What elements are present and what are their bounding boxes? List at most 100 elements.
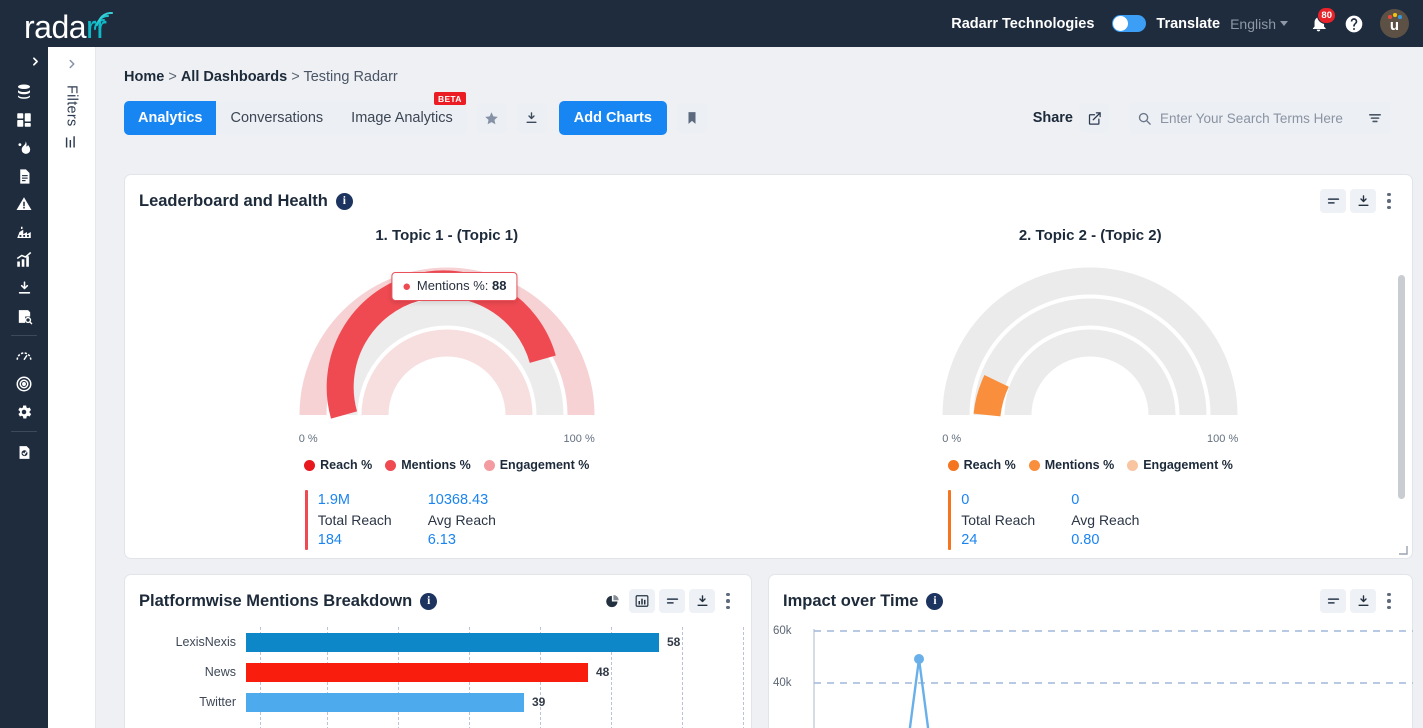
legend-dot-mentions-2 [1028,459,1040,471]
radarr-logo[interactable]: radarr [24,4,115,44]
sidebar-item-compliance-shield[interactable] [9,438,39,466]
avatar-initial: u [1389,17,1400,34]
bar-lexisnexis[interactable] [246,632,659,652]
info-icon[interactable]: i [926,592,944,610]
impact-more-menu-icon[interactable] [1380,590,1398,613]
topic-1-gauge: ● Mentions %: 88 0 % 100 % [299,260,595,445]
platformwise-bar-chart: LexisNexis 58 News 48 Twitter 39 [131,627,745,728]
bar-value-twitter: 39 [532,695,546,709]
sidebar-item-documents[interactable] [9,162,39,190]
platform-card-title: Platformwise Mentions Breakdown [139,591,413,610]
search-icon [1138,112,1151,125]
sidebar-item-industry-analytics[interactable] [9,218,39,246]
bar-value-lexisnexis: 58 [667,635,681,649]
topic-1-engagement-value: 6.13 [427,532,456,548]
tab-image-analytics[interactable]: Image Analytics BETA [337,92,467,135]
sidebar-item-target[interactable] [9,370,39,398]
topic-1-stats: 1.9M Total Reach 184 10368.43 Avg Reach … [299,490,595,550]
legend-item-engagement-2[interactable]: Engagement % [1127,458,1233,472]
user-avatar[interactable]: u [1380,9,1409,38]
bar-row-lexisnexis[interactable]: LexisNexis 58 [131,627,745,657]
bar-chart-toggle-icon[interactable] [629,589,655,613]
sidebar-item-database[interactable] [9,78,39,106]
legend-item-reach[interactable]: Reach % [304,458,372,472]
leaderboard-download-icon[interactable] [1350,189,1376,213]
search-box [1129,102,1391,134]
bar-row-news[interactable]: News 48 [131,657,745,687]
sidebar-item-alerts[interactable] [9,190,39,218]
legend-item-engagement[interactable]: Engagement % [483,458,589,472]
translate-toggle[interactable] [1112,15,1147,32]
legend-item-mentions-2[interactable]: Mentions % [1028,458,1115,472]
tab-conversations[interactable]: Conversations [216,101,338,135]
expand-filters-chevron-icon[interactable] [65,57,79,71]
impact-card-header: Impact over Time i [769,575,1412,613]
notifications-button[interactable]: 80 [1304,6,1336,38]
sidebar-item-downloads[interactable] [9,274,39,302]
chevron-down-icon[interactable] [1280,21,1288,26]
sidebar-item-trending-flame[interactable] [9,134,39,162]
bar-label-twitter: Twitter [199,695,236,709]
bar-twitter[interactable] [246,692,524,712]
notification-badge: 80 [1317,6,1336,24]
topic-1-axis-max: 100 % [563,433,595,445]
expand-nav-chevron-icon[interactable] [0,55,48,68]
tab-analytics[interactable]: Analytics [124,101,217,135]
platform-more-menu-icon[interactable] [719,590,737,613]
leaderboard-card-header: Leaderboard and Health i [125,175,1412,213]
platform-download-icon[interactable] [689,589,715,613]
info-icon[interactable]: i [420,592,438,610]
radar-waves-icon [93,10,115,44]
legend-label-mentions-2: Mentions % [1044,458,1115,472]
stat-accent-bar-2 [948,490,952,550]
bar-label-news: News [204,665,236,679]
info-icon[interactable]: i [335,192,353,210]
impact-download-icon[interactable] [1350,589,1376,613]
legend-item-reach-2[interactable]: Reach % [947,458,1016,472]
breadcrumb-home[interactable]: Home [124,69,164,85]
topic-1-title: 1. Topic 1 - (Topic 1) [375,227,519,244]
add-charts-button[interactable]: Add Charts [558,101,667,135]
bookmark-button[interactable] [676,103,707,133]
sidebar-item-settings[interactable] [9,398,39,426]
translate-label: Translate [1156,15,1221,32]
topic-2-total-reach-value: 0 [961,492,970,508]
topic-1-avg-reach-label: Avg Reach [427,512,496,528]
topic-2-stat-group: 0 Total Reach 24 [948,490,1035,550]
bar-row-twitter[interactable]: Twitter 39 [131,687,745,717]
bar-news[interactable] [246,662,588,682]
breadcrumb-all-dashboards[interactable]: All Dashboards [181,69,287,85]
breadcrumb-separator-2: > [291,69,300,85]
topic-1-mentions-value: 184 [317,532,342,548]
sidebar-item-performance-gauge[interactable] [9,342,39,370]
search-filter-icon[interactable] [1361,110,1383,126]
platform-filter-icon[interactable] [659,589,685,613]
leaderboard-filter-icon[interactable] [1320,189,1346,213]
dashboard-toolbar: Analytics Conversations Image Analytics … [96,85,1423,135]
topic-1-avg-reach-value: 10368.43 [427,492,489,508]
topic-2-gauge: 0 % 100 % [942,260,1238,445]
favorite-star-button[interactable] [476,103,507,133]
card-resize-handle[interactable] [1398,545,1408,555]
impact-filter-icon[interactable] [1320,589,1346,613]
app-root: radarr Radarr Technologies Translate Eng… [0,0,1423,728]
legend-label-mentions: Mentions % [401,458,471,472]
sidebar-item-reports-chart[interactable] [9,246,39,274]
topic-panel-2: 2. Topic 2 - (Topic 2) 0 % 100 % Reach %… [769,227,1413,553]
search-input[interactable] [1152,110,1361,126]
legend-item-mentions[interactable]: Mentions % [385,458,471,472]
help-button[interactable] [1340,10,1368,38]
leaderboard-more-menu-icon[interactable] [1380,190,1398,213]
download-dashboard-button[interactable] [516,103,547,133]
breadcrumb: Home > All Dashboards > Testing Radarr [96,47,1423,85]
sidebar-item-report-search[interactable] [9,302,39,330]
breadcrumb-current: Testing Radarr [303,69,398,85]
topic-1-stat-group-2: 10368.43 Avg Reach 6.13 [428,490,496,550]
pie-chart-toggle-icon[interactable] [599,589,625,613]
sidebar-item-dashboard[interactable] [9,106,39,134]
dashboard-tabs: Analytics Conversations Image Analytics … [124,92,467,135]
share-button[interactable] [1079,103,1109,133]
leaderboard-scrollbar[interactable] [1398,275,1405,499]
language-selector[interactable]: English [1230,16,1276,32]
filters-sliders-icon[interactable] [64,135,79,150]
